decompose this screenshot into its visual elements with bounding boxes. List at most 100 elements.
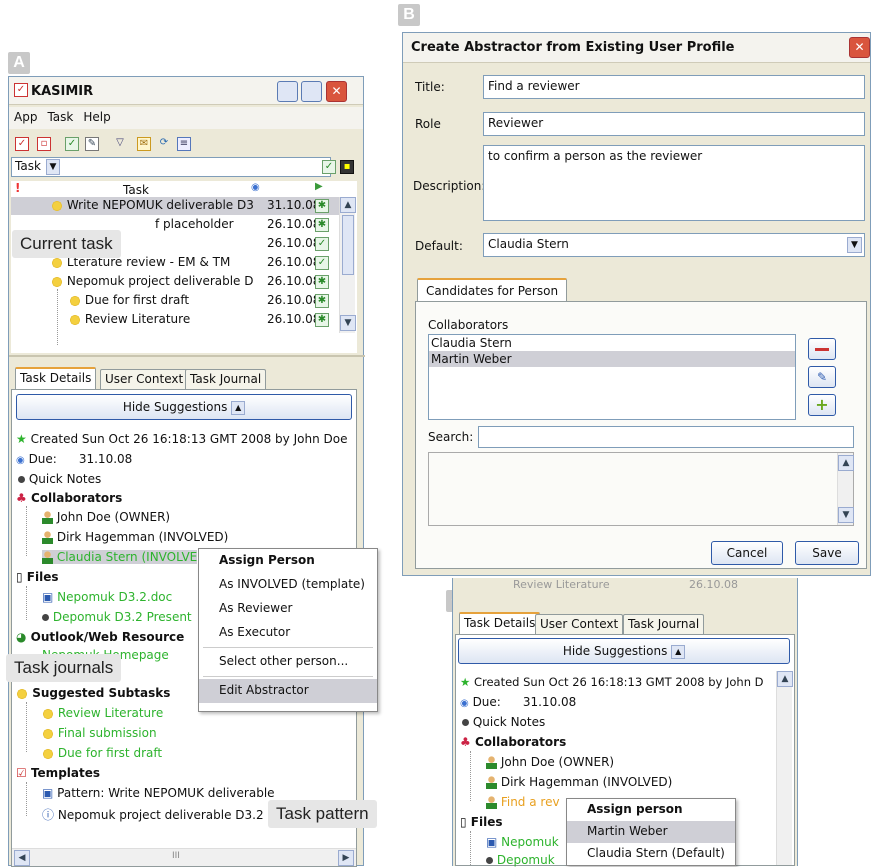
tab-task-journal[interactable]: Task Journal [623, 614, 705, 634]
quick-notes[interactable]: Quick Notes [462, 715, 545, 729]
chevron-down-icon[interactable]: ▼ [46, 159, 60, 175]
scroll-up-icon[interactable]: ▲ [340, 197, 356, 213]
menu-app[interactable]: App [9, 107, 42, 124]
file-item[interactable]: Depomuk D3.2 Present [42, 610, 192, 624]
status-column-icon[interactable]: ▶ [315, 181, 323, 192]
collaborator-item-selected[interactable]: Claudia Stern (INVOLVE [42, 550, 198, 564]
status-icon[interactable]: ✱ [315, 294, 329, 308]
chevron-down-icon[interactable]: ▼ [847, 237, 862, 253]
file-item[interactable]: Depomuk [486, 853, 555, 867]
edit-icon[interactable]: ✎ [85, 137, 99, 151]
refresh-icon[interactable]: ⟳ [157, 137, 171, 151]
status-icon[interactable]: ✱ [315, 218, 329, 232]
save-icon[interactable]: ▪ [340, 160, 354, 174]
dialog-close-button[interactable]: ✕ [849, 37, 870, 58]
scroll-up-icon[interactable]: ▲ [838, 455, 854, 471]
collaborator-item[interactable]: Dirk Hagemman (INVOLVED) [42, 530, 228, 544]
subtask-item[interactable]: Due for first draft [42, 746, 162, 760]
role-input[interactable]: Reviewer [483, 112, 865, 136]
template-item[interactable]: ▣ Pattern: Write NEPOMUK deliverable [42, 786, 275, 800]
list-icon[interactable]: ≡ [177, 137, 191, 151]
file-item[interactable]: ▣ Nepomuk [486, 835, 559, 849]
tab-task-journal[interactable]: Task Journal [185, 369, 267, 389]
menu-as-executor[interactable]: As Executor [199, 621, 377, 645]
collaborator-item[interactable]: Dirk Hagemman (INVOLVED) [486, 775, 672, 789]
task-row[interactable]: Review Literature [69, 312, 190, 326]
close-button[interactable]: ✕ [326, 81, 347, 102]
task-row[interactable]: f placeholder [155, 217, 234, 231]
remove-button[interactable] [808, 338, 836, 360]
task-row[interactable]: Write NEPOMUK deliverable D3 [51, 198, 254, 212]
scroll-up-icon[interactable]: ▲ [777, 671, 793, 687]
menu-as-involved[interactable]: As INVOLVED (template) [199, 573, 377, 597]
list-item[interactable]: Claudia Stern [429, 335, 514, 351]
collaborator-item[interactable]: John Doe (OWNER) [42, 510, 170, 524]
task-row[interactable]: Due for first draft [69, 293, 189, 307]
edit-button[interactable]: ✎ [808, 366, 836, 388]
list-item-selected[interactable]: Martin Weber [429, 351, 795, 367]
scroll-down-icon[interactable]: ▼ [838, 507, 854, 523]
search-input[interactable] [478, 426, 854, 448]
tab-user-context[interactable]: User Context [535, 614, 624, 634]
confirm-icon[interactable]: ✓ [322, 160, 336, 174]
quick-notes[interactable]: Quick Notes [18, 472, 101, 486]
file-item[interactable]: ▣ Nepomuk D3.2.doc [42, 590, 172, 604]
title-label: Title: [415, 80, 445, 94]
complete-icon[interactable]: ✓ [65, 137, 79, 151]
status-icon[interactable]: ✓ [315, 256, 329, 270]
subtask-item[interactable]: Final submission [42, 726, 157, 740]
scroll-left-icon[interactable]: ◀ [14, 850, 30, 866]
task-date: 26.10.08 [267, 255, 321, 269]
tab-task-details[interactable]: Task Details [459, 612, 541, 634]
task-filter-combo[interactable]: Task ▼ [11, 157, 331, 177]
menu-as-reviewer[interactable]: As Reviewer [199, 597, 377, 621]
collaborators-list[interactable]: Claudia Stern Martin Weber [428, 334, 796, 420]
hide-suggestions-button[interactable]: Hide Suggestions ▲ [16, 394, 352, 420]
horizontal-scrollbar[interactable]: ◀ III ▶ [12, 848, 356, 866]
add-button[interactable]: + [808, 394, 836, 416]
menu-edit-abstractor[interactable]: Edit Abstractor [199, 679, 377, 703]
title-input[interactable]: Find a reviewer [483, 75, 865, 99]
filter-icon[interactable]: ▽ [113, 137, 127, 151]
subtask-icon[interactable]: ▫ [37, 137, 51, 151]
description-textarea[interactable]: to confirm a person as the reviewer [483, 145, 865, 221]
task-scrollbar[interactable]: ▲ ▼ [339, 197, 356, 333]
due-column-icon[interactable]: ◉ [251, 182, 260, 193]
search-results[interactable]: ▲ ▼ [428, 452, 854, 526]
status-icon[interactable]: ✱ [315, 275, 329, 289]
cancel-button[interactable]: Cancel [711, 541, 783, 565]
task-column-header[interactable]: Task [123, 183, 149, 197]
minimize-button[interactable] [277, 81, 298, 102]
collaborator-item[interactable]: John Doe (OWNER) [486, 755, 614, 769]
scroll-down-icon[interactable]: ▼ [340, 315, 356, 331]
tab-user-context[interactable]: User Context [100, 369, 189, 389]
default-select[interactable]: Claudia Stern ▼ [483, 233, 865, 257]
menu-martin-weber[interactable]: Martin Weber [567, 821, 735, 843]
collaborator-item-selected[interactable]: Find a rev [486, 795, 560, 809]
menu-claudia-stern[interactable]: Claudia Stern (Default) [567, 843, 735, 865]
menu-select-other[interactable]: Select other person... [199, 650, 377, 674]
menu-task[interactable]: Task [42, 107, 78, 124]
subtask-item[interactable]: Review Literature [42, 706, 163, 720]
collaborators-heading: ♣ Collaborators [460, 735, 567, 749]
dialog-title: Create Abstractor from Existing User Pro… [411, 40, 735, 55]
tab-task-details[interactable]: Task Details [15, 367, 97, 389]
behind-row: Review Literature [513, 578, 610, 591]
status-icon[interactable]: ✓ [315, 237, 329, 251]
tab-candidates[interactable]: Candidates for Person [417, 278, 568, 302]
scroll-right-icon[interactable]: ▶ [338, 850, 354, 866]
save-button[interactable]: Save [795, 541, 859, 565]
maximize-button[interactable] [301, 81, 322, 102]
status-icon[interactable]: ✱ [315, 199, 329, 213]
menu-help[interactable]: Help [78, 107, 115, 124]
scroll-thumb[interactable] [342, 215, 354, 275]
task-row[interactable]: Nepomuk project deliverable D [51, 274, 254, 288]
task-table: ! Task ◉ ▶ Write NEPOMUK deliverable D3 … [11, 181, 357, 353]
template-item[interactable]: ⓘ Nepomuk project deliverable D3.2 [42, 806, 264, 823]
status-icon[interactable]: ✱ [315, 313, 329, 327]
suggested-subtasks-heading: Suggested Subtasks [16, 686, 170, 700]
new-task-icon[interactable]: ✓ [15, 137, 29, 151]
hide-suggestions-button[interactable]: Hide Suggestions ▲ [458, 638, 790, 664]
mail-icon[interactable]: ✉ [137, 137, 151, 151]
details-scrollbar[interactable]: ▲ [776, 671, 793, 865]
